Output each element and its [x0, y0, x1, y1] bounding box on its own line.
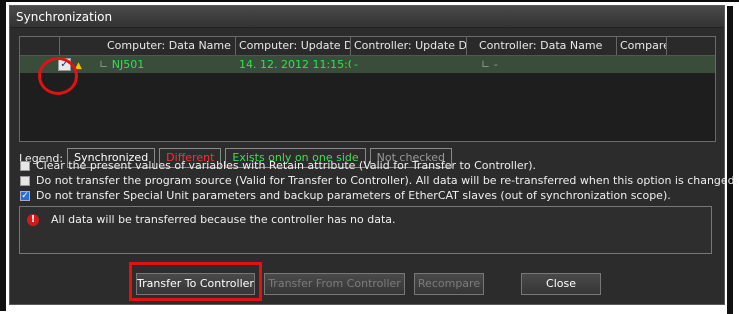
- sync-grid: Computer: Data Name Computer: Update Da …: [19, 36, 716, 142]
- header-spacer: [20, 37, 60, 55]
- message-text: All data will be transferred because the…: [51, 213, 396, 226]
- option-label: Do not transfer the program source (Vali…: [36, 174, 739, 187]
- recompare-button[interactable]: Recompare: [414, 273, 484, 295]
- grid-header: Computer: Data Name Computer: Update Da …: [20, 37, 715, 56]
- cell-computer-update: 14. 12. 2012 11:15:09: [239, 58, 351, 71]
- option-checkbox[interactable]: [20, 175, 30, 186]
- option-checkbox[interactable]: [20, 160, 30, 171]
- tree-branch-icon: ∟: [99, 58, 109, 71]
- header-spacer-2: [60, 37, 104, 55]
- highlight-frame: [129, 262, 262, 301]
- col-controller-name[interactable]: Controller: Data Name: [467, 37, 617, 55]
- synchronization-dialog: Synchronization Computer: Data Name Comp…: [9, 5, 738, 314]
- error-icon: !: [27, 214, 39, 226]
- option-label: Do not transfer Special Unit parameters …: [36, 189, 671, 202]
- option-no-program-source[interactable]: Do not transfer the program source (Vali…: [20, 174, 738, 187]
- col-computer-name[interactable]: Computer: Data Name: [104, 37, 236, 55]
- option-no-special-unit[interactable]: ✓ Do not transfer Special Unit parameter…: [20, 189, 671, 202]
- col-computer-update[interactable]: Computer: Update Da: [236, 37, 351, 55]
- window-edge: [727, 6, 733, 314]
- transfer-from-controller-button[interactable]: Transfer From Controller: [264, 273, 405, 295]
- cell-controller-name: ∟ -: [481, 58, 498, 71]
- table-row[interactable]: ✓ ▲ ∟ NJ501 14. 12. 2012 11:15:09 - ∟ -: [20, 56, 715, 73]
- close-button[interactable]: Close: [521, 273, 601, 295]
- dialog-title: Synchronization: [10, 6, 724, 28]
- option-clear-retain[interactable]: Clear the present values of variables wi…: [20, 159, 536, 172]
- message-panel: ! All data will be transferred because t…: [19, 206, 712, 254]
- cell-computer-name: ∟ NJ501: [99, 58, 145, 71]
- col-controller-update[interactable]: Controller: Update Da: [351, 37, 467, 55]
- left-edge: [0, 0, 6, 311]
- option-label: Clear the present values of variables wi…: [36, 159, 536, 172]
- option-checkbox-checked[interactable]: ✓: [20, 190, 30, 201]
- col-compare[interactable]: Compare: [617, 37, 667, 55]
- cell-compare: [617, 56, 667, 73]
- highlight-circle: [38, 57, 78, 95]
- cell-controller-update: -: [354, 58, 358, 71]
